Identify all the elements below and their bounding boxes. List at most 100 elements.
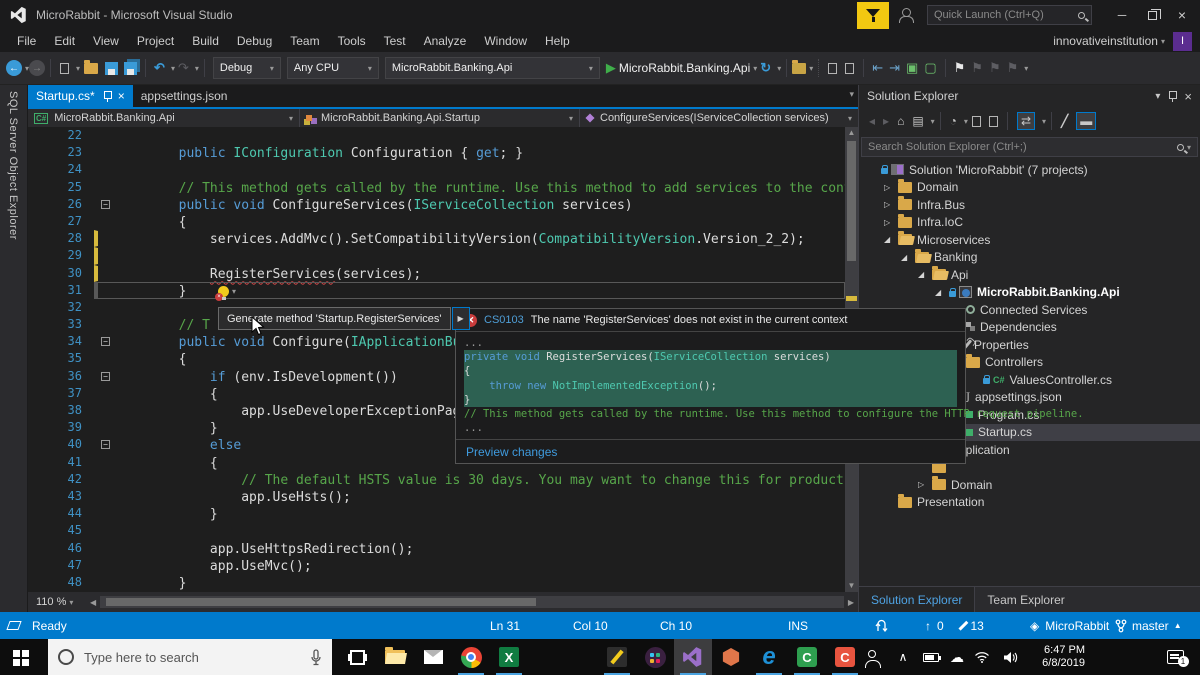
- solution-configuration-dropdown[interactable]: Debug ▾: [212, 57, 281, 79]
- tree-item-domain[interactable]: ▷ Domain: [859, 476, 1200, 494]
- menu-window[interactable]: Window: [475, 32, 536, 50]
- toggle-bookmark-icon[interactable]: ⚑: [954, 60, 966, 76]
- taskbar-app-excel[interactable]: X: [490, 639, 528, 675]
- code-line[interactable]: 25 // This method gets called by the run…: [28, 179, 845, 196]
- side-tool-tab[interactable]: SQL Server Object Explorer: [0, 85, 28, 612]
- start-button[interactable]: [0, 639, 48, 675]
- taskbar-app-task-view[interactable]: [338, 639, 376, 675]
- menu-edit[interactable]: Edit: [45, 32, 84, 50]
- taskbar-search-input[interactable]: Type here to search: [48, 639, 332, 675]
- collapse-icon[interactable]: ◢: [918, 270, 932, 279]
- fold-margin[interactable]: −: [98, 334, 116, 349]
- preview-changes-link[interactable]: Preview changes: [466, 445, 557, 459]
- tree-item-solution-microrabbit-7-projects-[interactable]: Solution 'MicroRabbit' (7 projects): [859, 161, 1200, 179]
- code-line[interactable]: 22: [28, 127, 845, 144]
- scrollbar-thumb[interactable]: [106, 598, 537, 606]
- forward-icon[interactable]: ▸: [883, 114, 889, 128]
- feedback-icon[interactable]: [899, 6, 917, 24]
- sync-icon[interactable]: [971, 112, 986, 127]
- fold-margin[interactable]: −: [98, 437, 116, 452]
- quick-actions-lightbulb[interactable]: × ▾: [215, 286, 236, 301]
- menu-project[interactable]: Project: [128, 32, 183, 50]
- battery-icon[interactable]: [916, 639, 946, 675]
- collapse-icon[interactable]: ◢: [935, 288, 949, 297]
- tab-appsettings-json[interactable]: appsettings.json: [133, 85, 236, 107]
- code-line[interactable]: 42 // The default HSTS value is 30 days.…: [28, 471, 845, 488]
- sql-server-object-explorer-tab[interactable]: SQL Server Object Explorer: [7, 91, 19, 240]
- switch-views-icon[interactable]: ▤: [912, 114, 923, 128]
- scroll-right-icon[interactable]: ▶: [848, 598, 854, 607]
- code-line[interactable]: 48 }: [28, 574, 845, 591]
- tree-item-infra-bus[interactable]: ▷ Infra.Bus: [859, 196, 1200, 214]
- scroll-up-icon[interactable]: ▲: [845, 127, 858, 139]
- menu-build[interactable]: Build: [183, 32, 228, 50]
- tree-item-infra-ioc[interactable]: ▷ Infra.IoC: [859, 213, 1200, 232]
- expand-icon[interactable]: ▷: [884, 218, 898, 227]
- expand-icon[interactable]: ▷: [884, 200, 898, 209]
- member-dropdown[interactable]: ConfigureServices(IServiceCollection ser…: [580, 109, 858, 127]
- properties-icon[interactable]: ╱: [1061, 114, 1068, 128]
- startup-project-dropdown[interactable]: MicroRabbit.Banking.Api ▾: [384, 57, 600, 79]
- tree-item-presentation[interactable]: Presentation: [859, 493, 1200, 512]
- scroll-left-icon[interactable]: ◀: [90, 598, 96, 607]
- tree-item-microrabbit-banking-api[interactable]: ◢ MicroRabbit.Banking.Api: [859, 284, 1200, 302]
- tree-item-api[interactable]: ◢ Api: [859, 266, 1200, 284]
- outgoing-commits[interactable]: ↑ 0: [925, 612, 944, 639]
- scrollbar-thumb[interactable]: [847, 141, 856, 261]
- refresh-icon[interactable]: [988, 112, 1003, 127]
- chevron-down-icon[interactable]: ▾: [171, 64, 175, 73]
- tree-item-microservices[interactable]: ◢ Microservices: [859, 231, 1200, 249]
- code-line[interactable]: 27 {: [28, 213, 845, 230]
- restore-button[interactable]: [1140, 4, 1164, 26]
- branch-indicator[interactable]: master ▲: [1115, 612, 1182, 639]
- project-dropdown[interactable]: C# MicroRabbit.Banking.Api ▾: [28, 109, 300, 127]
- open-file-button[interactable]: [84, 59, 99, 74]
- capture-overlay-filter-icon[interactable]: [857, 1, 889, 29]
- people-icon[interactable]: [856, 639, 888, 675]
- clear-bookmarks-icon[interactable]: ⚑: [1007, 60, 1019, 76]
- pin-icon[interactable]: [1168, 90, 1178, 102]
- taskbar-app-chrome[interactable]: [452, 639, 490, 675]
- expand-icon[interactable]: ▷: [884, 183, 898, 192]
- quick-launch-input[interactable]: Quick Launch (Ctrl+Q): [927, 5, 1092, 25]
- chevron-down-icon[interactable]: ▾: [76, 64, 80, 73]
- menu-team[interactable]: Team: [281, 32, 328, 50]
- fold-margin[interactable]: −: [98, 197, 116, 212]
- uncomment-selection-icon[interactable]: ▢: [924, 60, 936, 76]
- menu-debug[interactable]: Debug: [228, 32, 281, 50]
- decrease-indent-icon[interactable]: ⇤: [872, 60, 883, 76]
- menu-help[interactable]: Help: [536, 32, 579, 50]
- show-next-statement-icon[interactable]: [828, 59, 843, 74]
- increase-indent-icon[interactable]: ⇥: [889, 60, 900, 76]
- expand-icon[interactable]: ▷: [918, 480, 932, 489]
- clock[interactable]: 6:47 PM 6/8/2019: [1030, 639, 1085, 675]
- navigate-back-button[interactable]: ←: [6, 60, 22, 76]
- show-all-files-icon[interactable]: ▬: [1076, 112, 1097, 130]
- expand-fix-icon[interactable]: ▶: [451, 307, 470, 330]
- close-icon[interactable]: ×: [118, 89, 125, 103]
- sync-with-active-document-icon[interactable]: ⇄: [1016, 112, 1035, 130]
- wifi-icon[interactable]: [968, 639, 996, 675]
- taskbar-app-mail[interactable]: [414, 639, 452, 675]
- taskbar-app-file-explorer[interactable]: [376, 639, 414, 675]
- start-debugging-button[interactable]: ▶: [606, 60, 616, 76]
- comment-selection-icon[interactable]: ▣: [906, 60, 918, 76]
- tab-startup-cs[interactable]: Startup.cs* ×: [28, 85, 133, 107]
- refresh-icon[interactable]: ↻: [760, 60, 771, 76]
- tab-team-explorer[interactable]: Team Explorer: [975, 587, 1076, 612]
- tree-item-domain[interactable]: ▷ Domain: [859, 178, 1200, 197]
- taskbar-app-edge[interactable]: e: [750, 639, 788, 675]
- pending-changes-filter-icon[interactable]: ◔: [950, 114, 957, 128]
- code-line[interactable]: 44 }: [28, 505, 845, 522]
- chevron-down-icon[interactable]: ▾: [809, 64, 813, 73]
- taskbar-app-capture-tool[interactable]: [598, 639, 636, 675]
- sync-publish-icon[interactable]: [875, 612, 888, 639]
- code-line[interactable]: 47 app.UseMvc();: [28, 557, 845, 574]
- column-indicator[interactable]: Col 10: [573, 612, 608, 639]
- insert-mode-indicator[interactable]: INS: [788, 612, 808, 639]
- save-button[interactable]: [105, 61, 119, 75]
- tray-overflow-icon[interactable]: ∧: [890, 639, 916, 675]
- menu-file[interactable]: File: [8, 32, 45, 50]
- collapse-icon[interactable]: ◢: [901, 253, 915, 262]
- previous-bookmark-icon[interactable]: ⚑: [971, 60, 983, 76]
